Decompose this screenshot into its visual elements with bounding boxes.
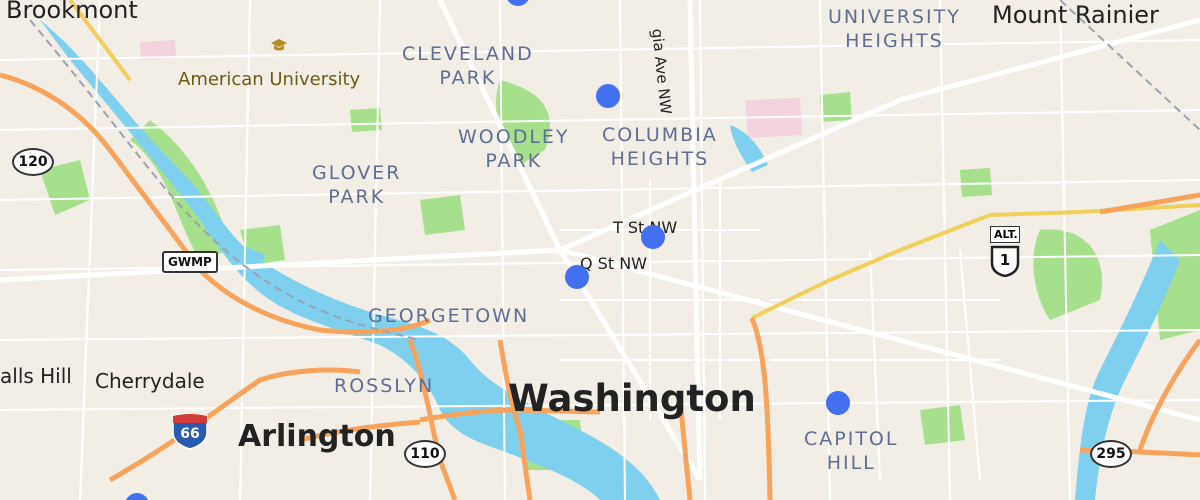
label-glover-park: GLOVER PARK <box>312 162 402 208</box>
location-marker[interactable] <box>641 225 665 249</box>
interstate-66-label: 66 <box>180 426 200 442</box>
label-washington: Washington <box>508 377 756 420</box>
location-marker[interactable] <box>826 391 850 415</box>
route-110-shield: 110 <box>404 440 446 468</box>
us-1-label: 1 <box>999 251 1011 269</box>
label-american-university: American University <box>178 69 361 90</box>
label-mount-rainier: Mount Rainier <box>992 1 1159 29</box>
route-295-shield: 295 <box>1090 440 1132 468</box>
university-icon <box>270 38 288 57</box>
label-cleveland-park: CLEVELAND PARK <box>402 43 534 89</box>
label-cherrydale: Cherrydale <box>95 369 205 393</box>
label-georgetown: GEORGETOWN <box>368 305 530 327</box>
label-q-st: Q St NW <box>580 254 647 273</box>
location-marker[interactable] <box>596 84 620 108</box>
label-rosslyn: ROSSLYN <box>334 375 435 397</box>
label-capitol-hill: CAPITOL HILL <box>804 428 899 474</box>
route-120-shield: 120 <box>12 148 54 176</box>
label-columbia-heights: COLUMBIA HEIGHTS <box>602 124 718 170</box>
label-woodley-park: WOODLEY PARK <box>458 126 570 172</box>
label-arlington: Arlington <box>238 419 396 454</box>
alt-plate: ALT. <box>990 226 1020 243</box>
label-falls-hill: alls Hill <box>0 364 72 388</box>
label-university-heights: UNIVERSITY HEIGHTS <box>828 6 961 52</box>
interstate-66-shield: 66 <box>170 413 210 453</box>
us-1-alt-shield: ALT. 1 <box>990 226 1020 278</box>
gwmp-shield: GWMP <box>162 251 218 273</box>
label-brookmont: Brookmont <box>6 0 138 24</box>
map-canvas[interactable]: CLEVELAND PARK WOODLEY PARK GLOVER PARK … <box>0 0 1200 500</box>
location-marker[interactable] <box>565 265 589 289</box>
